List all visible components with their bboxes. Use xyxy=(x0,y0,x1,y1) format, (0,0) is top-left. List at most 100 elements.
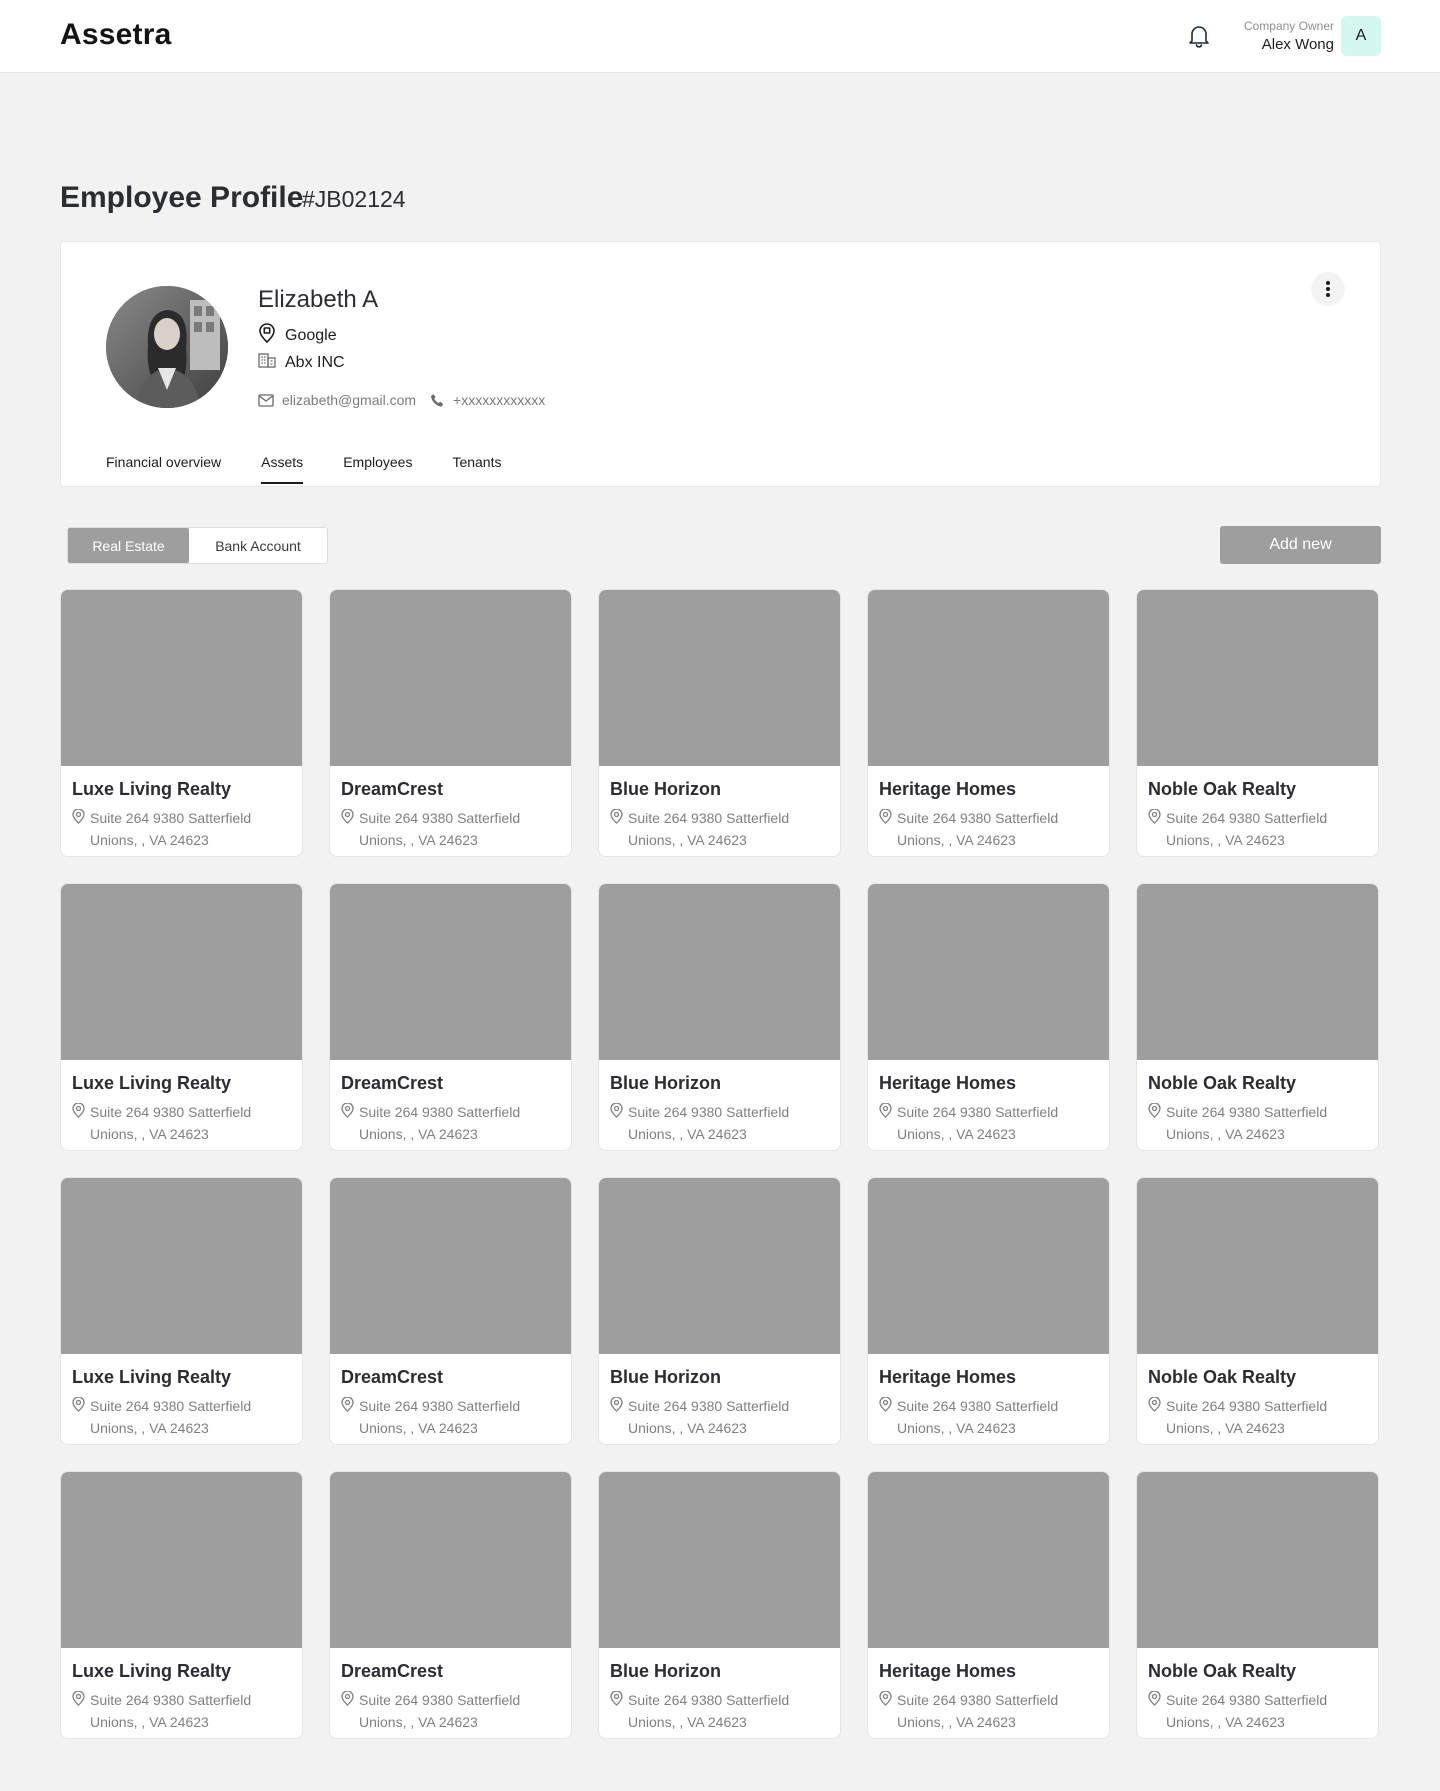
add-new-button[interactable]: Add new xyxy=(1220,526,1381,564)
asset-type-toggle: Real Estate Bank Account xyxy=(67,527,328,564)
location-pin-icon xyxy=(72,1395,90,1439)
asset-address: Suite 264 9380 Satterfield Unions, , VA 2… xyxy=(72,1101,302,1145)
asset-card[interactable]: DreamCrest Suite 264 9380 Satterfield Unio… xyxy=(329,1471,572,1739)
asset-card[interactable]: DreamCrest Suite 264 9380 Satterfield Unio… xyxy=(329,589,572,857)
asset-card[interactable]: Luxe Living Realty Suite 264 9380 Satterf… xyxy=(60,1177,303,1445)
asset-address-line1: Suite 264 9380 Satterfield xyxy=(90,1104,252,1120)
asset-address: Suite 264 9380 Satterfield Unions, , VA 2… xyxy=(72,807,302,851)
asset-address: Suite 264 9380 Satterfield Unions, , VA 2… xyxy=(610,807,840,851)
location-pin-icon xyxy=(610,1689,628,1733)
location-pin-icon xyxy=(341,1395,359,1439)
location-pin-icon xyxy=(1148,807,1166,851)
asset-card[interactable]: Blue Horizon Suite 264 9380 Satterfield Un… xyxy=(598,589,841,857)
asset-name: DreamCrest xyxy=(341,779,444,799)
asset-address-line1: Suite 264 9380 Satterfield xyxy=(1166,1692,1328,1708)
asset-name: Luxe Living Realty xyxy=(72,1661,232,1681)
top-bar: Assetra Company Owner Alex Wong A xyxy=(0,0,1440,73)
asset-name: Blue Horizon xyxy=(610,1367,721,1387)
asset-image xyxy=(599,1178,840,1354)
asset-card[interactable]: Noble Oak Realty Suite 264 9380 Satterfie… xyxy=(1136,883,1379,1151)
asset-card[interactable]: Blue Horizon Suite 264 9380 Satterfield Un… xyxy=(598,1177,841,1445)
employee-id: #JB02124 xyxy=(302,186,406,212)
asset-card[interactable]: Heritage Homes Suite 264 9380 Satterfield… xyxy=(867,589,1110,857)
asset-name: Noble Oak Realty xyxy=(1148,1661,1297,1681)
asset-card[interactable]: Noble Oak Realty Suite 264 9380 Satterfie… xyxy=(1136,1471,1379,1739)
tab-tenants[interactable]: Tenants xyxy=(452,454,501,482)
asset-address-line2: Unions, , VA 24623 xyxy=(628,1126,747,1142)
asset-address-line1: Suite 264 9380 Satterfield xyxy=(1166,1104,1328,1120)
location-pin-icon xyxy=(879,807,897,851)
asset-image xyxy=(868,884,1109,1060)
asset-name: Heritage Homes xyxy=(879,1661,1017,1681)
asset-image xyxy=(599,1472,840,1648)
profile-phone[interactable]: +xxxxxxxxxxxx xyxy=(453,392,545,408)
location-pin-icon xyxy=(879,1689,897,1733)
asset-address: Suite 264 9380 Satterfield Unions, , VA 2… xyxy=(879,1101,1109,1145)
asset-name: Luxe Living Realty xyxy=(72,779,232,799)
asset-name: Noble Oak Realty xyxy=(1148,1367,1297,1387)
asset-address-line2: Unions, , VA 24623 xyxy=(1166,1420,1285,1436)
user-role: Company Owner xyxy=(1243,19,1334,33)
asset-card[interactable]: Heritage Homes Suite 264 9380 Satterfield… xyxy=(867,883,1110,1151)
asset-card[interactable]: Heritage Homes Suite 264 9380 Satterfield… xyxy=(867,1177,1110,1445)
asset-address: Suite 264 9380 Satterfield Unions, , VA 2… xyxy=(341,1689,571,1733)
asset-image xyxy=(868,590,1109,766)
asset-name: Blue Horizon xyxy=(610,779,721,799)
asset-card[interactable]: DreamCrest Suite 264 9380 Satterfield Unio… xyxy=(329,883,572,1151)
asset-address-line1: Suite 264 9380 Satterfield xyxy=(359,810,521,826)
asset-image xyxy=(1137,884,1378,1060)
bell-icon[interactable] xyxy=(1186,22,1212,50)
avatar[interactable]: A xyxy=(1341,16,1381,56)
tab-financial-overview[interactable]: Financial overview xyxy=(106,454,221,482)
segment-bank-account[interactable]: Bank Account xyxy=(189,528,327,563)
asset-address-line2: Unions, , VA 24623 xyxy=(359,1714,478,1730)
asset-card[interactable]: Noble Oak Realty Suite 264 9380 Satterfie… xyxy=(1136,589,1379,857)
asset-address-line2: Unions, , VA 24623 xyxy=(897,1714,1016,1730)
asset-card[interactable]: Blue Horizon Suite 264 9380 Satterfield Un… xyxy=(598,883,841,1151)
asset-card[interactable]: Blue Horizon Suite 264 9380 Satterfield Un… xyxy=(598,1471,841,1739)
asset-name: DreamCrest xyxy=(341,1367,444,1387)
asset-address-line2: Unions, , VA 24623 xyxy=(1166,832,1285,848)
asset-address: Suite 264 9380 Satterfield Unions, , VA 2… xyxy=(879,1689,1109,1733)
location-pin-icon xyxy=(879,1101,897,1145)
tab-employees[interactable]: Employees xyxy=(343,454,412,482)
profile-company-row: Abx INC xyxy=(258,352,345,373)
asset-address-line1: Suite 264 9380 Satterfield xyxy=(1166,1398,1328,1414)
more-options-icon[interactable] xyxy=(1311,272,1345,306)
brand-logo[interactable]: Assetra xyxy=(60,18,171,52)
location-pin-icon xyxy=(341,1101,359,1145)
segment-real-estate[interactable]: Real Estate xyxy=(68,528,189,563)
asset-address-line2: Unions, , VA 24623 xyxy=(628,832,747,848)
asset-card[interactable]: Luxe Living Realty Suite 264 9380 Satterf… xyxy=(60,589,303,857)
asset-address-line2: Unions, , VA 24623 xyxy=(90,832,209,848)
asset-address-line1: Suite 264 9380 Satterfield xyxy=(1166,810,1328,826)
tab-assets[interactable]: Assets xyxy=(261,454,304,484)
asset-address: Suite 264 9380 Satterfield Unions, , VA 2… xyxy=(341,1395,571,1439)
asset-address: Suite 264 9380 Satterfield Unions, , VA 2… xyxy=(1148,1101,1378,1145)
location-pin-icon xyxy=(610,807,628,851)
asset-address: Suite 264 9380 Satterfield Unions, , VA 2… xyxy=(610,1689,840,1733)
location-pin-icon xyxy=(610,1101,628,1145)
asset-address: Suite 264 9380 Satterfield Unions, , VA 2… xyxy=(610,1101,840,1145)
asset-image xyxy=(61,1472,302,1648)
asset-card[interactable]: Luxe Living Realty Suite 264 9380 Satterf… xyxy=(60,1471,303,1739)
asset-address-line2: Unions, , VA 24623 xyxy=(1166,1126,1285,1142)
asset-card[interactable]: Heritage Homes Suite 264 9380 Satterfield… xyxy=(867,1471,1110,1739)
asset-name: Noble Oak Realty xyxy=(1148,1073,1297,1093)
asset-card[interactable]: Luxe Living Realty Suite 264 9380 Satterf… xyxy=(60,883,303,1151)
location-pin-icon xyxy=(341,807,359,851)
asset-card[interactable]: DreamCrest Suite 264 9380 Satterfield Unio… xyxy=(329,1177,572,1445)
asset-address: Suite 264 9380 Satterfield Unions, , VA 2… xyxy=(610,1395,840,1439)
phone-icon xyxy=(430,393,445,408)
profile-photo xyxy=(106,286,228,408)
location-pin-icon xyxy=(1148,1101,1166,1145)
location-pin-icon xyxy=(72,1689,90,1733)
location-pin-icon xyxy=(879,1395,897,1439)
asset-address: Suite 264 9380 Satterfield Unions, , VA 2… xyxy=(1148,807,1378,851)
asset-name: DreamCrest xyxy=(341,1073,444,1093)
profile-email[interactable]: elizabeth@gmail.com xyxy=(282,392,416,408)
profile-location: Google xyxy=(285,326,337,344)
location-pin-icon xyxy=(1148,1395,1166,1439)
asset-card[interactable]: Noble Oak Realty Suite 264 9380 Satterfie… xyxy=(1136,1177,1379,1445)
asset-name: Luxe Living Realty xyxy=(72,1073,232,1093)
